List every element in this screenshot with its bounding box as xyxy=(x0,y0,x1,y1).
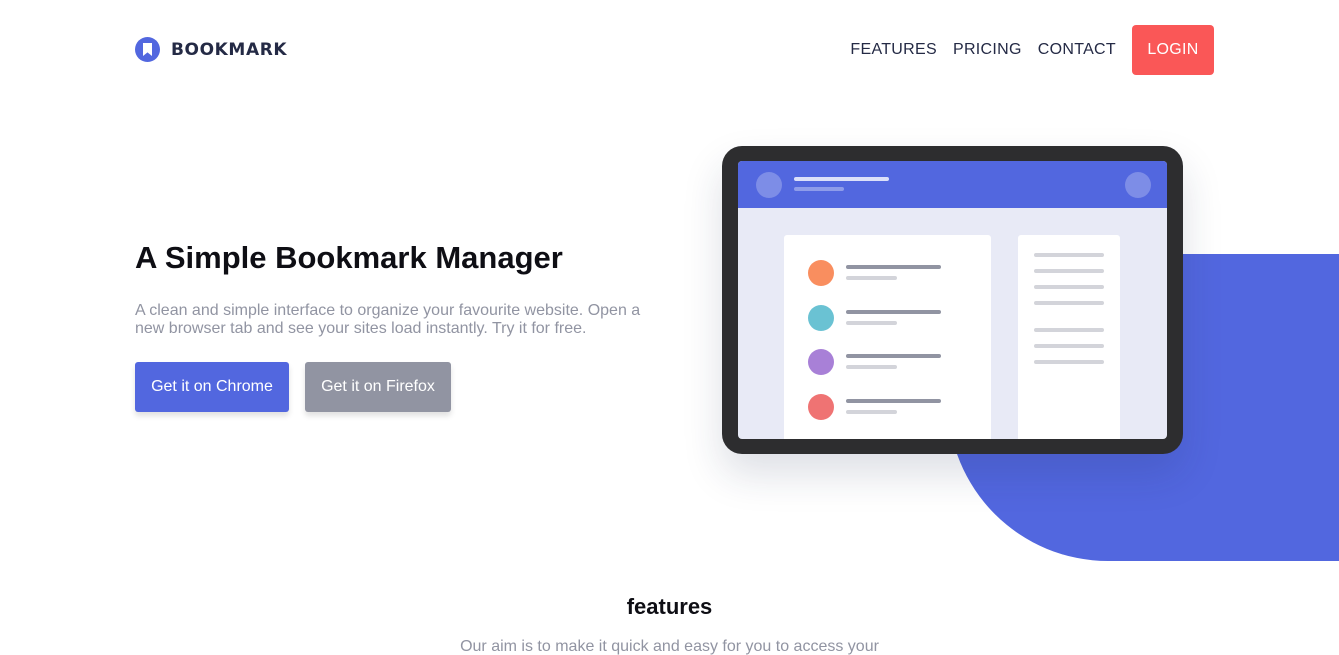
list-item-dot xyxy=(808,394,834,420)
hero-title: A Simple Bookmark Manager xyxy=(135,240,563,275)
brand-name: BOOKMARK xyxy=(171,39,288,60)
list-item-line xyxy=(846,265,941,269)
main-nav: FEATURES PRICING CONTACT LOGIN xyxy=(850,25,1214,75)
subtitle-placeholder xyxy=(794,187,844,191)
brand-logo[interactable]: BOOKMARK xyxy=(135,37,287,62)
sidebar-line xyxy=(1034,253,1104,257)
menu-placeholder xyxy=(1125,172,1151,198)
title-placeholder xyxy=(794,177,889,181)
features-heading: features xyxy=(626,594,713,619)
tablet-screen xyxy=(738,161,1167,439)
sidebar-line xyxy=(1034,328,1104,332)
avatar-placeholder xyxy=(756,172,782,198)
list-item-dot xyxy=(808,305,834,331)
list-item-line xyxy=(846,410,897,414)
sidebar-line xyxy=(1034,301,1104,305)
hero-illustration xyxy=(722,146,1183,454)
list-item-dot xyxy=(808,349,834,375)
nav-link-contact[interactable]: CONTACT xyxy=(1038,41,1116,59)
nav-link-pricing[interactable]: PRICING xyxy=(953,41,1022,59)
list-item-dot xyxy=(808,260,834,286)
sidebar-line xyxy=(1034,269,1104,273)
nav-link-features[interactable]: FEATURES xyxy=(850,41,937,59)
bookmark-list-card xyxy=(784,235,991,439)
get-firefox-button[interactable]: Get it on Firefox xyxy=(305,362,451,412)
list-item-line xyxy=(846,321,897,325)
features-description: Our aim is to make it quick and easy for… xyxy=(460,638,879,655)
list-item-line xyxy=(846,276,897,280)
list-item-line xyxy=(846,310,941,314)
get-chrome-button[interactable]: Get it on Chrome xyxy=(135,362,289,412)
sidebar-line xyxy=(1034,285,1104,289)
list-item-line xyxy=(846,354,941,358)
sidebar-card xyxy=(1018,235,1120,439)
sidebar-line xyxy=(1034,344,1104,348)
tablet-header-bar xyxy=(738,161,1167,208)
sidebar-line xyxy=(1034,360,1104,364)
login-button[interactable]: LOGIN xyxy=(1132,25,1214,75)
bookmark-logo-icon xyxy=(135,37,160,62)
hero-description: A clean and simple interface to organize… xyxy=(135,302,641,337)
list-item-line xyxy=(846,365,897,369)
list-item-line xyxy=(846,399,941,403)
